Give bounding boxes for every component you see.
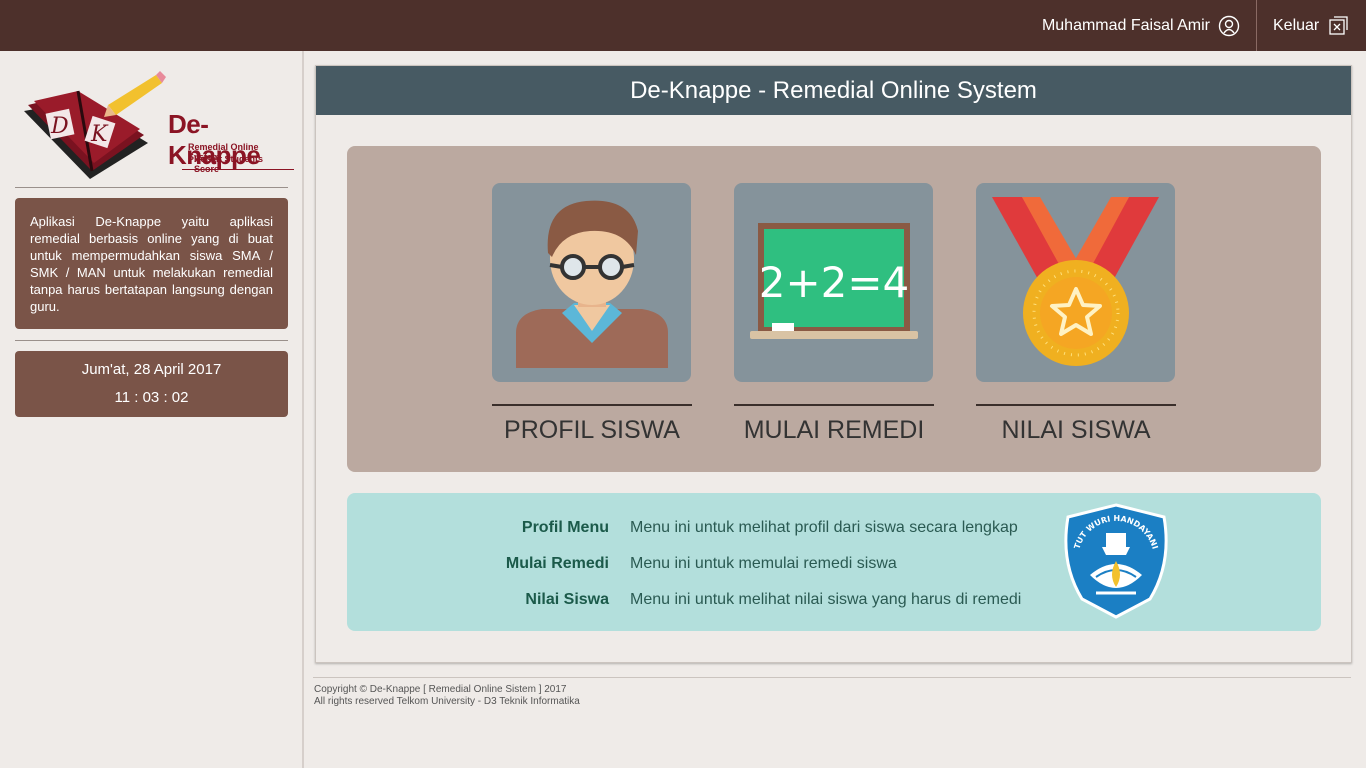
info-area: Profil Menu Menu ini untuk melihat profi… <box>347 493 1321 631</box>
info-row: Profil Menu Menu ini untuk melihat profi… <box>347 519 1321 539</box>
clock-text: 11 : 03 : 02 <box>114 389 189 406</box>
chalkboard-text: 2+2=4 <box>759 258 910 307</box>
app-description: Aplikasi De-Knappe yaitu aplikasi remedi… <box>15 198 288 329</box>
student-avatar-icon[interactable] <box>492 183 691 382</box>
logout-label[interactable]: Keluar <box>1273 17 1319 35</box>
footer-rights: All rights reserved Telkom University - … <box>314 696 580 707</box>
footer-divider <box>313 677 1351 678</box>
info-key: Profil Menu <box>521 519 609 536</box>
sidebar-divider <box>15 340 288 341</box>
card-rule <box>734 404 934 406</box>
footer-copyright: Copyright © De-Knappe [ Remedial Online … <box>314 684 567 695</box>
footer: Copyright © De-Knappe [ Remedial Online … <box>314 684 580 708</box>
svg-text:D: D <box>50 114 69 139</box>
menu-label-profil[interactable]: PROFIL SISWA <box>492 416 692 445</box>
date-text: Jum'at, 28 April 2017 <box>81 361 222 378</box>
info-row: Nilai Siswa Menu ini untuk melihat nilai… <box>347 591 1321 611</box>
logo-subtitle-2: Repair Students Score <box>194 154 264 174</box>
logout-icon[interactable] <box>1327 15 1349 37</box>
menu-label-nilai[interactable]: NILAI SISWA <box>976 416 1176 445</box>
main-panel: De-Knappe - Remedial Online System PROFI… <box>315 65 1352 663</box>
info-key: Nilai Siswa <box>525 591 609 608</box>
chalkboard-icon[interactable]: 2+2=4 <box>734 183 933 382</box>
user-icon[interactable] <box>1218 15 1240 37</box>
info-value: Menu ini untuk memulai remedi siswa <box>630 555 897 572</box>
page-title: De-Knappe - Remedial Online System <box>316 66 1351 115</box>
menu-card-nilai[interactable]: NILAI SISWA <box>976 183 1176 445</box>
book-icon: D K <box>24 71 166 179</box>
info-row: Mulai Remedi Menu ini untuk memulai reme… <box>347 555 1321 575</box>
top-bar: Muhammad Faisal Amir Keluar <box>0 0 1366 51</box>
tut-wuri-handayani-emblem: TUT WURI HANDAYANI <box>1060 503 1172 619</box>
user-menu[interactable]: Muhammad Faisal Amir <box>1042 0 1240 51</box>
card-rule <box>492 404 692 406</box>
menu-label-remedi[interactable]: MULAI REMEDI <box>734 416 934 445</box>
svg-text:K: K <box>90 122 109 147</box>
menu-card-remedi[interactable]: 2+2=4 MULAI REMEDI <box>734 183 934 445</box>
card-rule <box>976 404 1176 406</box>
sidebar: D K De-Knappe Remedial Online System Rep… <box>0 51 304 768</box>
header-divider <box>1256 0 1257 51</box>
menu-area: PROFIL SISWA 2+2=4 MULAI REMEDI NILAI SI… <box>347 146 1321 472</box>
medal-icon[interactable] <box>976 183 1175 382</box>
sidebar-divider <box>15 187 288 188</box>
app-logo: D K De-Knappe Remedial Online System Rep… <box>20 71 294 183</box>
logout-button[interactable]: Keluar <box>1273 0 1349 51</box>
user-name[interactable]: Muhammad Faisal Amir <box>1042 17 1210 35</box>
info-key: Mulai Remedi <box>505 555 609 572</box>
logo-underline <box>182 169 294 170</box>
info-value: Menu ini untuk melihat profil dari siswa… <box>630 519 1018 536</box>
menu-card-profil[interactable]: PROFIL SISWA <box>492 183 692 445</box>
datetime-box: Jum'at, 28 April 2017 11 : 03 : 02 <box>15 351 288 417</box>
info-value: Menu ini untuk melihat nilai siswa yang … <box>630 591 1022 608</box>
